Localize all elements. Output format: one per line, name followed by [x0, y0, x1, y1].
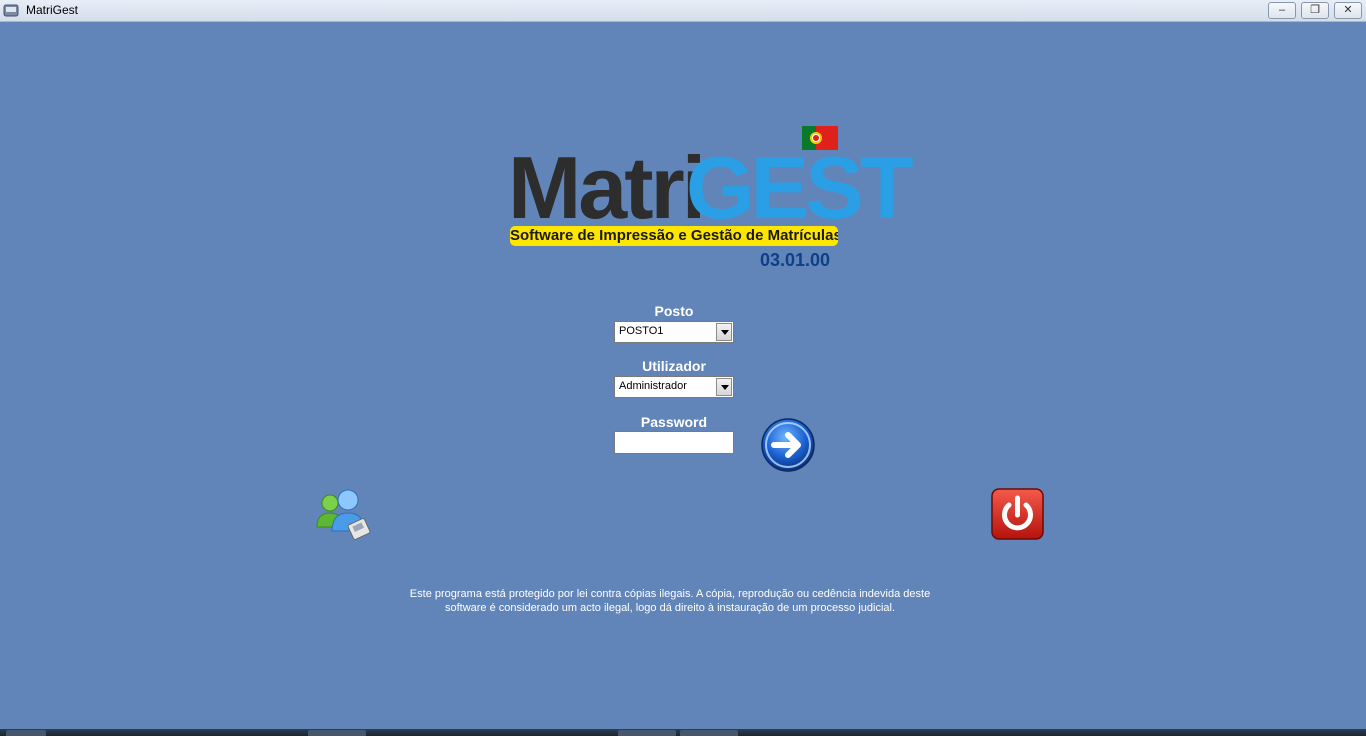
posto-label: Posto [654, 303, 694, 319]
power-icon[interactable] [991, 488, 1044, 540]
taskbar-item[interactable] [680, 730, 738, 736]
start-button[interactable] [6, 730, 46, 736]
window-title: MatriGest [26, 3, 79, 17]
posto-value: POSTO1 [619, 325, 664, 337]
password-label: Password [640, 414, 708, 430]
close-button[interactable]: ✕ [1334, 2, 1362, 19]
arrow-right-icon[interactable] [760, 417, 816, 473]
minimize-button[interactable]: – [1268, 2, 1296, 19]
logo-text-matri: Matri [508, 138, 706, 237]
matrigest-logo: Matri GEST Software de Impressão e Gestã… [508, 126, 914, 276]
users-icon[interactable] [314, 487, 372, 543]
restore-button[interactable]: ❐ [1301, 2, 1329, 19]
legal-line-2: software é considerado um acto ilegal, l… [444, 602, 896, 614]
logo-tagline: Software de Impressão e Gestão de Matríc… [510, 226, 838, 246]
app-icon [3, 4, 19, 17]
logo-text-gest: GEST [686, 138, 914, 237]
legal-notice: Este programa está protegido por lei con… [395, 587, 945, 615]
version-label: 03.01.00 [760, 250, 831, 270]
utilizador-select[interactable]: Administrador [614, 376, 734, 398]
utilizador-label: Utilizador [642, 358, 706, 374]
posto-select[interactable]: POSTO1 [614, 321, 734, 343]
chevron-down-icon[interactable] [716, 323, 732, 341]
chevron-down-icon[interactable] [716, 378, 732, 396]
title-bar: MatriGest – ❐ ✕ [0, 0, 1366, 22]
utilizador-value: Administrador [619, 380, 687, 392]
taskbar [0, 729, 1366, 736]
taskbar-item[interactable] [308, 730, 366, 736]
password-input[interactable] [614, 431, 734, 454]
legal-line-1: Este programa está protegido por lei con… [409, 588, 931, 600]
taskbar-item[interactable] [618, 730, 676, 736]
